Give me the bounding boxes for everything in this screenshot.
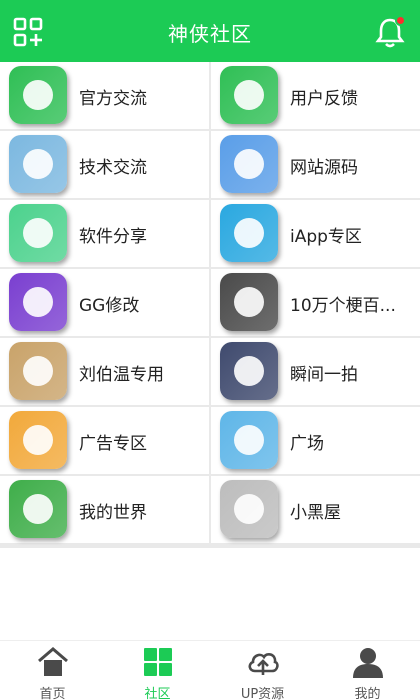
category-tile[interactable]: 网站源码 [211,131,420,198]
category-label: 官方交流 [79,89,147,109]
category-label: 广告专区 [79,434,147,454]
category-tile[interactable]: 瞬间一拍 [211,338,420,405]
category-tile[interactable]: 小黑屋 [211,476,420,543]
tab-community[interactable]: 社区 [105,641,210,700]
category-tile[interactable]: 广告专区 [0,407,209,474]
category-tile[interactable]: 广场 [211,407,420,474]
meme-icon [220,273,278,331]
category-label: 技术交流 [79,158,147,178]
tab-label: 首页 [39,687,66,700]
bottom-tab-bar: 首页 社区 UP资源 我的 [0,640,420,700]
camera-icon [220,342,278,400]
tab-up-resources[interactable]: UP资源 [210,641,315,700]
wrench-icon [9,135,67,193]
category-label: 网站源码 [290,158,358,178]
tab-label: 社区 [144,687,171,700]
category-tile[interactable]: 官方交流 [0,62,209,129]
fortune-icon [9,342,67,400]
category-tile[interactable]: 技术交流 [0,131,209,198]
jail-icon [220,480,278,538]
community-icon [141,645,175,679]
code-file-icon [220,135,278,193]
cloud-upload-icon [246,645,280,679]
category-label: GG修改 [79,296,140,316]
tab-home[interactable]: 首页 [0,641,105,700]
ad-icon [9,411,67,469]
top-bar: 神侠社区 [0,0,420,62]
android-icon [9,204,67,262]
category-label: 刘伯温专用 [79,365,164,385]
category-label: iApp专区 [290,227,362,247]
category-label: 软件分享 [79,227,147,247]
tab-label: 我的 [354,687,381,700]
category-tile[interactable]: 软件分享 [0,200,209,267]
category-label: 瞬间一拍 [290,365,358,385]
home-icon [36,645,70,679]
official-icon [9,66,67,124]
category-label: 我的世界 [79,503,147,523]
user-icon [351,645,385,679]
square-icon [220,411,278,469]
category-tile[interactable]: GG修改 [0,269,209,336]
category-tile[interactable]: iApp专区 [211,200,420,267]
notification-badge [395,15,406,26]
category-tile[interactable]: 用户反馈 [211,62,420,129]
category-label: 小黑屋 [290,503,341,523]
tab-mine[interactable]: 我的 [315,641,420,700]
category-tile[interactable]: 我的世界 [0,476,209,543]
category-label: 10万个梗百... [290,296,396,316]
category-tile[interactable]: 10万个梗百... [211,269,420,336]
tab-label: UP资源 [240,687,285,700]
gg-icon [9,273,67,331]
category-tile[interactable]: 刘伯温专用 [0,338,209,405]
page-title: 神侠社区 [168,22,252,46]
bell-icon[interactable] [372,14,408,50]
minecraft-icon [9,480,67,538]
iapp-icon [220,204,278,262]
category-label: 广场 [290,434,324,454]
category-label: 用户反馈 [290,89,358,109]
feedback-icon [220,66,278,124]
category-grid: 官方交流 用户反馈 技术交流 网站源码 软件分享 iApp专区 GG修改 10万… [0,62,420,548]
